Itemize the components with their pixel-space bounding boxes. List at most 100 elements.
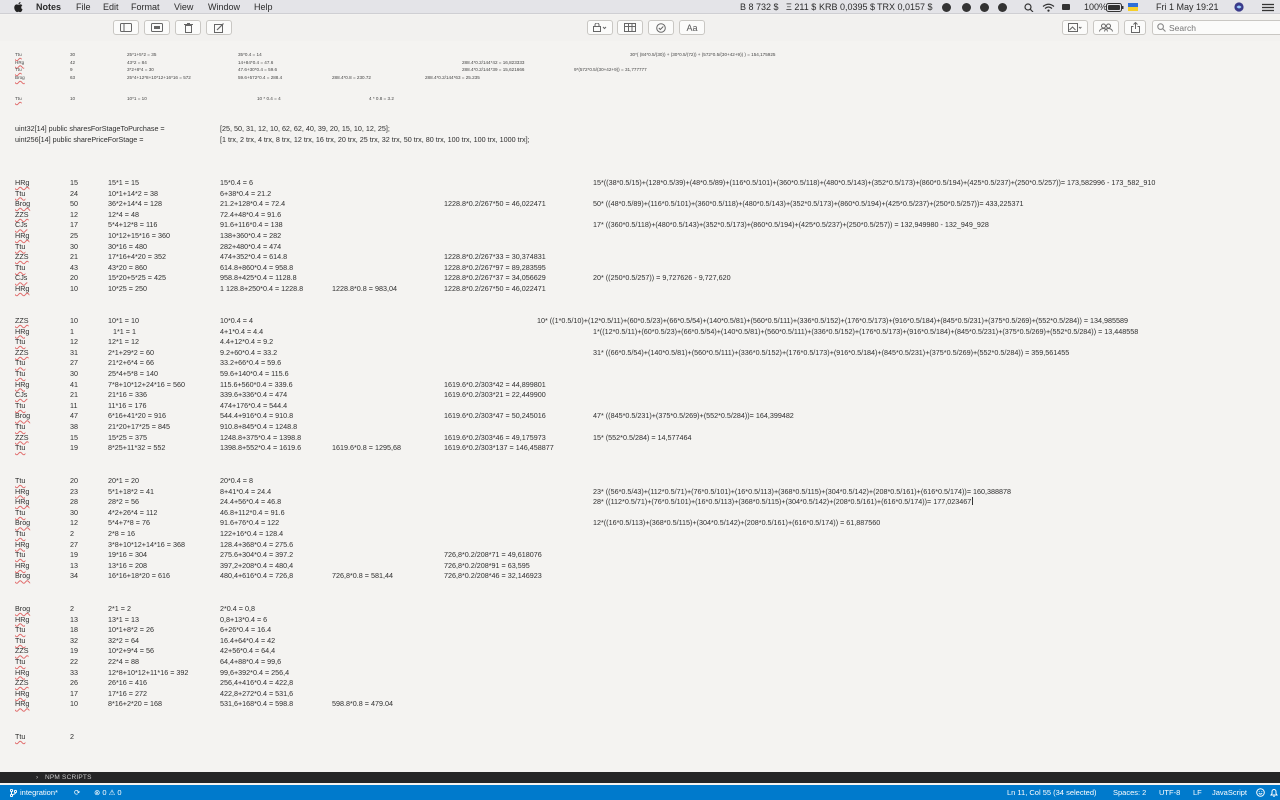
row-formula: 15*20+5*25 = 425: [108, 273, 166, 283]
problems-indicator[interactable]: ⊗ 0 ⚠ 0: [94, 785, 122, 800]
toggle-sidebar-button[interactable]: [113, 20, 139, 35]
row-running-total: 122+16*0.4 = 128.4: [220, 529, 284, 538]
siri-icon[interactable]: [1234, 2, 1244, 12]
row-dividend-calc: 50* ((48*0.5/89)+(116*0.5/101)+(360*0.5/…: [593, 199, 1024, 209]
note-body[interactable]: Ttu 30 25*1+5*2 = 35 35*0.4 = 14 30*( (84*0.…: [0, 42, 1280, 772]
row-name: Ttu: [15, 732, 26, 741]
collaborate-button[interactable]: [1093, 20, 1119, 35]
row-formula: 6*16+41*20 = 916: [108, 411, 166, 421]
wifi-icon[interactable]: [1042, 3, 1055, 12]
chevron-right-icon[interactable]: ›: [36, 772, 38, 783]
gallery-view-button[interactable]: [144, 20, 170, 35]
row-count: 26: [70, 678, 78, 688]
row-formula: 21*2+6*4 = 66: [108, 358, 154, 368]
encoding[interactable]: UTF-8: [1159, 785, 1180, 800]
row-name: CJs: [15, 273, 28, 283]
feedback-icon[interactable]: [1256, 788, 1265, 797]
row-running-total: 115.6+560*0.4 = 339.6: [220, 379, 293, 389]
menu-file[interactable]: File: [76, 0, 91, 14]
row-running-total: 9.2+60*0.4 = 33.2: [220, 347, 278, 357]
language-mode[interactable]: JavaScript: [1212, 785, 1247, 800]
row-count: 10: [70, 316, 78, 325]
telegram-icon[interactable]: [942, 3, 951, 12]
menu-window[interactable]: Window: [208, 0, 240, 14]
add-media-button[interactable]: [1062, 20, 1088, 35]
airplay-icon[interactable]: [1062, 4, 1070, 10]
row-running-total: 64,4+88*0.4 = 99,6: [220, 657, 282, 666]
row-formula: 10*12+15*16 = 360: [108, 231, 170, 240]
insert-table-button[interactable]: [617, 20, 643, 35]
row-formula: 13*1 = 13: [108, 614, 139, 624]
lock-note-button[interactable]: [587, 20, 613, 35]
row-dividend-calc: 17* ((360*0.5/118)+(480*0.5/143)+(352*0.…: [593, 220, 989, 230]
sync-icon[interactable]: ⟳: [74, 785, 80, 800]
row-dividend-calc: 23* ((56*0.5/43)+(112*0.5/71)+(76*0.5/10…: [593, 486, 1011, 496]
checklist-button[interactable]: [648, 20, 674, 35]
search-input[interactable]: [1169, 22, 1277, 34]
row-running-total: 138+360*0.4 = 282: [220, 231, 282, 240]
control-center-icon[interactable]: [1262, 3, 1274, 12]
krb-ticker[interactable]: KRB 0,0395 $: [819, 0, 875, 14]
row-name: Brog: [15, 571, 31, 581]
keyboard-flag-icon[interactable]: [1128, 2, 1138, 12]
new-note-button[interactable]: [206, 20, 232, 35]
eth-ticker[interactable]: Ξ 211 $: [786, 0, 816, 14]
row-name: HRg: [15, 667, 30, 677]
row-running-total: 6+26*0.4 = 16.4: [220, 625, 272, 635]
bell-icon[interactable]: [1270, 788, 1278, 797]
whatsapp-icon[interactable]: [998, 3, 1007, 12]
trx-ticker[interactable]: TRX 0,0157 $: [877, 0, 933, 14]
menubar-clock[interactable]: Fri 1 May 19:21: [1156, 0, 1219, 14]
row-name: ZZS: [15, 646, 29, 656]
row-bonus-share: 726,8*0.2/208*91 = 63,595: [444, 560, 530, 570]
row-count: 12: [70, 209, 78, 219]
row-count: 2: [70, 604, 74, 613]
app-menu-notes[interactable]: Notes: [36, 0, 61, 14]
row-count: 23: [70, 486, 78, 496]
apple-icon[interactable]: [13, 1, 23, 13]
row-name: Brog: [15, 411, 31, 421]
checkmark-icon[interactable]: [980, 3, 989, 12]
row-dividend-calc: 20* ((250*0.5/257)) = 9,727626 - 9,727,6…: [593, 273, 731, 283]
row-name: Brog: [15, 604, 31, 613]
menu-view[interactable]: View: [174, 0, 193, 14]
row-formula: 20*1 = 20: [108, 476, 139, 485]
indentation[interactable]: Spaces: 2: [1113, 785, 1146, 800]
row-running-total: 59.6+140*0.4 = 115.6: [220, 369, 289, 378]
collaborate-icon: [1099, 23, 1113, 32]
spotlight-icon[interactable]: [1024, 3, 1034, 12]
row-formula: 16*16+18*20 = 616: [108, 571, 170, 581]
git-branch[interactable]: integration*: [20, 785, 58, 800]
viber-icon[interactable]: [962, 3, 971, 12]
row-formula: 30*16 = 480: [108, 241, 147, 251]
npm-scripts-panel[interactable]: › NPM SCRIPTS: [0, 772, 1280, 783]
battery-icon[interactable]: [1106, 3, 1124, 12]
row-name: HRg: [15, 326, 30, 336]
status-bar: integration* ⟳ ⊗ 0 ⚠ 0 Ln 11, Col 55 (34…: [0, 785, 1280, 800]
row-running-total: 21.2+128*0.4 = 72.4: [220, 199, 286, 209]
search-field[interactable]: [1152, 20, 1280, 35]
row-bonus-share: 1228.8*0.2/267*33 = 30,374831: [444, 252, 546, 262]
row-formula: 25*4+12*8+10*12+16*16 = 572: [127, 74, 191, 80]
line-endings[interactable]: LF: [1193, 785, 1202, 800]
row-count: 10: [70, 284, 78, 293]
gallery-icon: [151, 23, 163, 32]
row-dividend-calc: 1*((12*0.5/11)+(60*0.5/23)+(66*0.5/54)+(…: [593, 326, 1139, 336]
row-formula: 12*4 = 48: [108, 209, 139, 219]
row-name: Ttu: [15, 422, 26, 431]
row-running-total: 46.8+112*0.4 = 91.6: [220, 507, 285, 517]
row-name: Ttu: [15, 400, 26, 410]
menu-help[interactable]: Help: [254, 0, 273, 14]
share-button[interactable]: [1124, 20, 1146, 35]
row-name: Brog: [15, 518, 31, 528]
btc-ticker[interactable]: B 8 732 $: [740, 0, 779, 14]
row-name: Ttu: [15, 96, 22, 101]
menu-format[interactable]: Format: [131, 0, 160, 14]
cursor-position[interactable]: Ln 11, Col 55 (34 selected): [1007, 785, 1097, 800]
row-count: 17: [70, 220, 78, 230]
delete-note-button[interactable]: [175, 20, 201, 35]
menu-edit[interactable]: Edit: [103, 0, 119, 14]
format-button[interactable]: Aa: [679, 20, 705, 35]
code-line-price-values: [1 trx, 2 trx, 4 trx, 8 trx, 12 trx, 16 …: [220, 135, 530, 144]
row-running-total: 2*0.4 = 0,8: [220, 604, 255, 613]
